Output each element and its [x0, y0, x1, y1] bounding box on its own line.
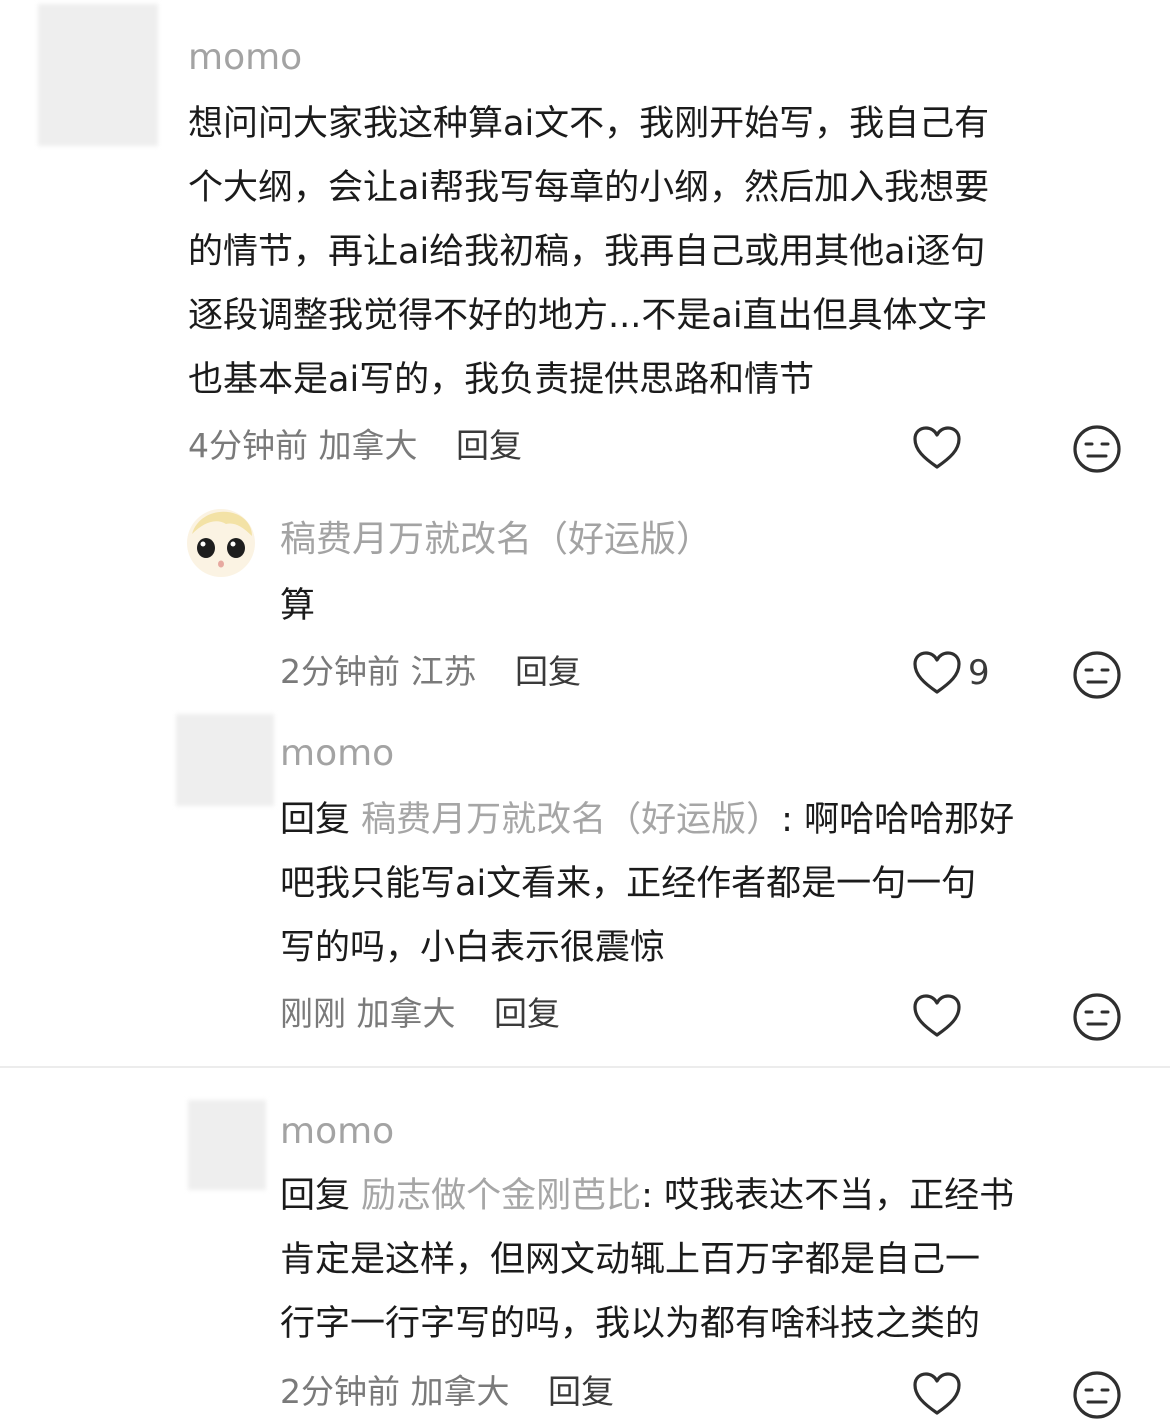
reply-username[interactable]: 稿费月万就改名（好运版） — [280, 518, 712, 562]
like-button[interactable] — [910, 990, 964, 1042]
reply-line: 行字一行字写的吗，我以为都有啥科技之类的 — [280, 1304, 981, 1344]
reply-location: 江苏 — [410, 652, 477, 691]
reply-prefix: 回复 — [280, 1176, 351, 1216]
section-divider — [0, 1066, 1170, 1068]
avatar[interactable] — [38, 4, 158, 146]
reply-first-line: 回复 稿费月万就改名（好运版）: 啊哈哈哈那好 — [280, 788, 1014, 852]
comment-line: 的情节，再让ai给我初稿，我再自己或用其他ai逐句 — [188, 232, 986, 272]
comment-meta: 4分钟前 加拿大 回复 — [188, 424, 522, 468]
reply-line: 写的吗，小白表示很震惊 — [280, 928, 666, 968]
reply-to-username[interactable]: 励志做个金刚芭比 — [361, 1176, 641, 1216]
heart-outline-icon — [913, 426, 961, 469]
neutral-face-icon — [1073, 651, 1121, 699]
reply-line: 肯定是这样，但网文动辄上百万字都是自己一 — [280, 1240, 981, 1280]
reply-button[interactable]: 回复 — [515, 652, 581, 691]
comment-time: 4分钟前 — [188, 426, 308, 465]
dislike-button[interactable] — [1070, 422, 1124, 476]
reply-prefix: 回复 — [280, 800, 351, 840]
reply-body: 回复 稿费月万就改名（好运版）: 啊哈哈哈那好 吧我只能写ai文看来，正经作者都… — [280, 788, 1014, 980]
neutral-face-icon — [1073, 993, 1121, 1041]
reply-location: 加拿大 — [410, 1372, 510, 1411]
reply-time: 2分钟前 — [280, 652, 400, 691]
comment-line: 也基本是ai写的，我负责提供思路和情节 — [188, 360, 815, 400]
reply-text: : 啊哈哈哈那好 — [781, 800, 1015, 840]
dislike-button[interactable] — [1070, 648, 1124, 702]
dislike-button[interactable] — [1070, 1368, 1124, 1422]
comment-body: 想问问大家我这种算ai文不，我刚开始写，我自己有 个大纲，会让ai帮我写每章的小… — [188, 92, 989, 412]
reply-line: 吧我只能写ai文看来，正经作者都是一句一句 — [280, 864, 977, 904]
reply-meta: 刚刚 加拿大 回复 — [280, 992, 560, 1036]
reply-meta: 2分钟前 加拿大 回复 — [280, 1370, 614, 1414]
reply-body: 回复 励志做个金刚芭比: 哎我表达不当，正经书 肯定是这样，但网文动辄上百万字都… — [280, 1164, 1014, 1356]
like-count: 9 — [968, 653, 990, 693]
like-button[interactable]: 9 — [912, 650, 990, 696]
reply-first-line: 回复 励志做个金刚芭比: 哎我表达不当，正经书 — [280, 1164, 1014, 1228]
dislike-button[interactable] — [1070, 990, 1124, 1044]
avatar[interactable] — [188, 1100, 266, 1190]
avatar-illustration — [187, 509, 255, 577]
heart-outline-icon — [913, 994, 961, 1037]
neutral-face-icon — [1073, 1371, 1121, 1419]
neutral-face-icon — [1073, 425, 1121, 473]
reply-username[interactable]: momo — [280, 732, 394, 776]
comment-location: 加拿大 — [318, 426, 418, 465]
reply-button[interactable]: 回复 — [548, 1372, 614, 1411]
reply-meta: 2分钟前 江苏 回复 — [280, 650, 581, 694]
comment-line: 个大纲，会让ai帮我写每章的小纲，然后加入我想要 — [188, 168, 990, 208]
comment-line: 逐段调整我觉得不好的地方...不是ai直出但具体文字 — [188, 296, 988, 336]
reply-username[interactable]: momo — [280, 1110, 394, 1154]
reply-to-username[interactable]: 稿费月万就改名（好运版） — [361, 800, 781, 840]
comment-line: 想问问大家我这种算ai文不，我刚开始写，我自己有 — [188, 104, 990, 144]
avatar[interactable] — [186, 508, 256, 578]
heart-outline-icon — [913, 1372, 961, 1415]
reply-time: 2分钟前 — [280, 1372, 400, 1411]
reply-text: : 哎我表达不当，正经书 — [641, 1176, 1015, 1216]
reply-button[interactable]: 回复 — [456, 426, 522, 465]
reply-button[interactable]: 回复 — [494, 994, 560, 1033]
comment-username[interactable]: momo — [188, 36, 302, 80]
like-button[interactable] — [910, 422, 964, 474]
reply-time: 刚刚 — [280, 994, 346, 1033]
reply-body: 算 — [280, 586, 316, 626]
reply-location: 加拿大 — [356, 994, 456, 1033]
like-button[interactable] — [910, 1368, 964, 1420]
avatar[interactable] — [176, 714, 274, 806]
heart-outline-icon — [913, 651, 961, 694]
